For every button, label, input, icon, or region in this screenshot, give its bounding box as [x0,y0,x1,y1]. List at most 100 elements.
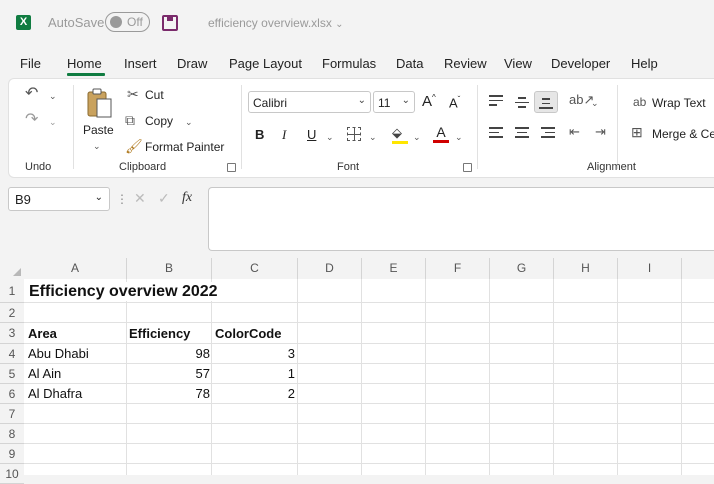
cell-a5[interactable]: Al Ain [28,364,61,383]
autosave-state: Off [127,15,143,29]
tab-page-layout[interactable]: Page Layout [229,56,302,71]
grid-line [24,403,714,404]
tab-formulas[interactable]: Formulas [322,56,376,71]
enter-icon[interactable]: ✓ [158,191,170,205]
grid-line [24,322,714,323]
cell-b3[interactable]: Efficiency [129,324,190,343]
column-header-f[interactable]: F [426,258,490,279]
tab-data[interactable]: Data [396,56,423,71]
font-size-select[interactable]: 11 ⌄ [373,91,415,113]
tab-help[interactable]: Help [631,56,658,71]
copy-icon[interactable]: ⧉ [125,113,135,127]
column-header-g[interactable]: G [490,258,554,279]
wrap-text-button[interactable]: Wrap Text [652,96,706,110]
underline-button[interactable]: U [307,127,316,142]
borders-icon[interactable] [347,127,361,141]
column-header-h[interactable]: H [554,258,618,279]
autosave-toggle[interactable]: Off [105,12,150,32]
column-header-b[interactable]: B [127,258,212,279]
paste-button[interactable]: Paste ⌄ [81,87,117,155]
column-header-e[interactable]: E [362,258,426,279]
shrink-font-button[interactable]: Aˇ [449,95,460,110]
cell-c4[interactable]: 3 [212,344,295,363]
undo-icon[interactable]: ↶ [25,86,38,102]
tab-view[interactable]: View [504,56,532,71]
undo-chevron-icon[interactable]: ⌄ [49,89,57,103]
row-header-4[interactable]: 4 [0,344,24,364]
align-bottom-button[interactable] [534,91,558,113]
format-painter-icon[interactable]: 🖌 [125,139,143,153]
bold-button[interactable]: B [255,127,264,142]
align-left-icon[interactable] [489,127,503,138]
column-header-partial[interactable] [682,258,714,279]
select-all-corner[interactable] [0,258,24,279]
copy-chevron-icon[interactable]: ⌄ [185,115,193,129]
font-launcher-icon[interactable] [463,163,472,172]
column-header-a[interactable]: A [24,258,127,279]
group-divider [617,85,618,169]
decrease-indent-icon[interactable]: ⇤ [569,125,580,139]
tab-draw[interactable]: Draw [177,56,207,71]
align-right-icon[interactable] [541,127,555,138]
wrap-text-icon[interactable]: ab [633,95,646,109]
cut-icon[interactable]: ✂ [127,87,139,101]
underline-chevron-icon[interactable]: ⌄ [326,130,334,144]
row-header-8[interactable]: 8 [0,424,24,444]
row-header-1[interactable]: 1 [0,279,24,303]
grow-font-button[interactable]: A^ [422,93,436,110]
formula-input[interactable] [208,187,714,251]
redo-icon[interactable]: ↷ [25,112,38,128]
menu-bar: File Home Insert Draw Page Layout Formul… [0,46,714,78]
orientation-chevron-icon[interactable]: ⌄ [591,96,599,110]
save-icon[interactable] [162,15,178,31]
name-box[interactable]: B9 ⌄ [8,187,110,211]
cell-c3[interactable]: ColorCode [215,324,281,343]
row-header-5[interactable]: 5 [0,364,24,384]
cancel-icon[interactable]: ✕ [134,191,146,205]
row-header-2[interactable]: 2 [0,303,24,323]
align-middle-icon[interactable] [515,97,529,108]
fill-color-icon[interactable]: ⬙ [392,125,408,145]
file-name[interactable]: efficiency overview.xlsx ⌄ [208,16,344,30]
cell-b4[interactable]: 98 [127,344,210,363]
merge-icon[interactable]: ⊞ [631,125,643,139]
increase-indent-icon[interactable]: ⇥ [595,125,606,139]
row-header-9[interactable]: 9 [0,444,24,464]
cell-b6[interactable]: 78 [127,384,210,403]
paste-chevron-icon: ⌄ [93,141,101,151]
fill-chevron-icon[interactable]: ⌄ [413,130,421,144]
cell-b5[interactable]: 57 [127,364,210,383]
tab-insert[interactable]: Insert [124,56,157,71]
cell-c6[interactable]: 2 [212,384,295,403]
column-header-c[interactable]: C [212,258,298,279]
align-top-icon[interactable] [489,95,503,106]
row-header-3[interactable]: 3 [0,323,24,344]
insert-function-icon[interactable]: fx [182,191,192,205]
clipboard-launcher-icon[interactable] [227,163,236,172]
cell-a4[interactable]: Abu Dhabi [28,344,89,363]
merge-center-button[interactable]: Merge & Ce [652,127,714,141]
tab-review[interactable]: Review [444,56,487,71]
copy-button[interactable]: Copy [145,114,173,128]
align-center-icon[interactable] [515,127,529,138]
cell-a1[interactable]: Efficiency overview 2022 [29,282,224,301]
cell-a3[interactable]: Area [28,324,57,343]
column-header-i[interactable]: I [618,258,682,279]
tab-home[interactable]: Home [67,56,102,71]
font-family-select[interactable]: Calibri ⌄ [248,91,371,113]
cell-a6[interactable]: Al Dhafra [28,384,82,403]
cut-button[interactable]: Cut [145,88,164,102]
font-color-icon[interactable]: A [433,124,449,144]
cell-c5[interactable]: 1 [212,364,295,383]
tab-developer[interactable]: Developer [551,56,610,71]
redo-chevron-icon[interactable]: ⌄ [49,115,57,129]
italic-button[interactable]: I [282,127,286,143]
row-header-7[interactable]: 7 [0,404,24,424]
row-header-6[interactable]: 6 [0,384,24,404]
column-header-d[interactable]: D [298,258,362,279]
row-header-10[interactable]: 10 [0,464,24,484]
font-color-chevron-icon[interactable]: ⌄ [455,130,463,144]
format-painter-button[interactable]: Format Painter [145,140,224,154]
tab-file[interactable]: File [20,56,41,71]
borders-chevron-icon[interactable]: ⌄ [369,130,377,144]
